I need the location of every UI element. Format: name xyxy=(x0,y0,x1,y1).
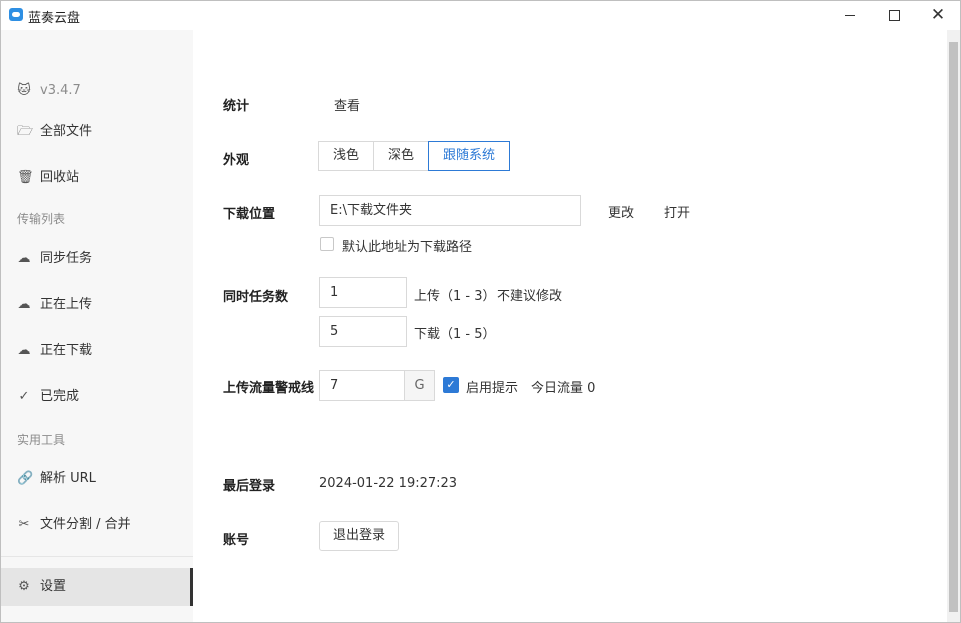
stats-view-link[interactable]: 查看 xyxy=(334,95,360,114)
sidebar-item-label: 文件分割 / 合并 xyxy=(40,517,131,532)
upload-concurrency-input[interactable]: 1 xyxy=(319,277,407,308)
minimize-button[interactable] xyxy=(827,1,873,30)
last-login-label: 最后登录 xyxy=(223,479,276,494)
title-bar: 蓝奏云盘 ✕ xyxy=(1,1,960,30)
sync-icon: ☁ xyxy=(17,251,31,266)
default-path-label: 默认此地址为下载路径 xyxy=(342,240,473,255)
upload-range-label: 上传（1 - 3） xyxy=(414,289,496,304)
upload-limit-unit: G xyxy=(404,370,435,401)
sidebar-item-downloading[interactable]: ☁ 正在下载 xyxy=(1,331,193,371)
sidebar-item-uploading[interactable]: ☁ 正在上传 xyxy=(1,285,193,325)
close-icon: ✕ xyxy=(930,5,946,25)
sidebar-item-parse-url[interactable]: 🔗 解析 URL xyxy=(1,459,193,499)
scissors-icon: ✂ xyxy=(18,517,30,532)
default-path-checkbox[interactable] xyxy=(320,237,334,251)
check-circle-icon: ✓ xyxy=(18,389,30,404)
sidebar-item-recycle-bin[interactable]: 🗑 回收站 xyxy=(1,158,193,198)
appearance-segmented-control: 浅色 深色 跟随系统 xyxy=(318,141,511,171)
download-concurrency-input[interactable]: 5 xyxy=(319,316,407,347)
last-login-value: 2024-01-22 19:27:23 xyxy=(319,476,458,491)
appearance-light-option[interactable]: 浅色 xyxy=(318,141,375,171)
download-path-field[interactable]: E:\下载文件夹 xyxy=(319,195,581,226)
folder-icon: 🗁 xyxy=(17,124,34,139)
download-location-label: 下载位置 xyxy=(223,207,276,222)
gear-icon: ⚙ xyxy=(18,579,30,594)
account-label: 账号 xyxy=(223,533,250,548)
minimize-icon xyxy=(845,15,855,16)
appearance-label: 外观 xyxy=(223,153,250,168)
sidebar-item-completed[interactable]: ✓ 已完成 xyxy=(1,377,193,417)
enable-alert-label: 启用提示 xyxy=(466,381,519,396)
sidebar-item-all-files[interactable]: 🗁 全部文件 xyxy=(1,112,193,152)
upload-hint: 不建议修改 xyxy=(497,289,563,304)
link-icon: 🔗 xyxy=(17,471,34,486)
maximize-icon xyxy=(888,10,900,21)
app-logo-icon xyxy=(9,8,23,21)
close-button[interactable]: ✕ xyxy=(915,1,960,30)
sidebar-item-label: 正在下载 xyxy=(40,343,93,358)
appearance-system-option[interactable]: 跟随系统 xyxy=(428,141,511,171)
section-tools: 实用工具 xyxy=(17,433,66,447)
trash-icon: 🗑 xyxy=(17,170,34,185)
maximize-button[interactable] xyxy=(871,1,917,30)
open-path-link[interactable]: 打开 xyxy=(664,202,690,221)
sidebar-divider xyxy=(1,556,193,557)
sidebar-item-label: 已完成 xyxy=(40,389,80,404)
version-info: 🐱 v3.4.7 xyxy=(1,71,193,111)
sidebar-item-label: 同步任务 xyxy=(40,251,93,266)
scrollbar-thumb[interactable] xyxy=(949,42,958,612)
enable-alert-checkbox[interactable]: ✓ xyxy=(443,377,459,393)
sidebar-item-label: 回收站 xyxy=(40,170,80,185)
sidebar-item-settings[interactable]: ⚙ 设置 xyxy=(1,568,193,606)
sidebar-item-sync-tasks[interactable]: ☁ 同步任务 xyxy=(1,239,193,279)
sidebar-item-label: 设置 xyxy=(40,579,67,594)
vertical-scrollbar[interactable] xyxy=(947,30,960,622)
github-icon: 🐱 xyxy=(17,83,31,98)
change-path-link[interactable]: 更改 xyxy=(608,202,634,221)
sidebar-item-label: 全部文件 xyxy=(40,124,93,139)
download-range-label: 下载（1 - 5） xyxy=(414,327,496,342)
sidebar: 🐱 v3.4.7 🗁 全部文件 🗑 回收站 传输列表 ☁ 同步任务 ☁ 正在上传… xyxy=(1,30,193,622)
upload-icon: ☁ xyxy=(17,297,31,312)
sidebar-item-split-merge[interactable]: ✂ 文件分割 / 合并 xyxy=(1,505,193,545)
app-window: 蓝奏云盘 ✕ 🐱 v3.4.7 🗁 全部文件 🗑 回收站 传输列表 ☁ 同步任务… xyxy=(0,0,961,623)
app-title: 蓝奏云盘 xyxy=(28,11,81,26)
sidebar-item-label: 正在上传 xyxy=(40,297,93,312)
settings-panel: 统计 查看 外观 浅色 深色 跟随系统 下载位置 E:\下载文件夹 更改 打开 … xyxy=(193,30,947,622)
upload-limit-label: 上传流量警戒线 xyxy=(223,381,315,396)
section-transfer-list: 传输列表 xyxy=(17,212,66,226)
sidebar-item-label: 解析 URL xyxy=(40,471,96,486)
logout-button[interactable]: 退出登录 xyxy=(319,521,400,551)
download-icon: ☁ xyxy=(17,343,31,358)
checkmark-icon: ✓ xyxy=(446,378,456,391)
concurrent-tasks-label: 同时任务数 xyxy=(223,290,289,305)
today-traffic-label: 今日流量 0 xyxy=(531,381,596,396)
appearance-dark-option[interactable]: 深色 xyxy=(373,141,430,171)
version-label: v3.4.7 xyxy=(40,83,81,98)
upload-limit-input[interactable]: 7 xyxy=(319,370,405,401)
stats-label: 统计 xyxy=(223,99,250,114)
